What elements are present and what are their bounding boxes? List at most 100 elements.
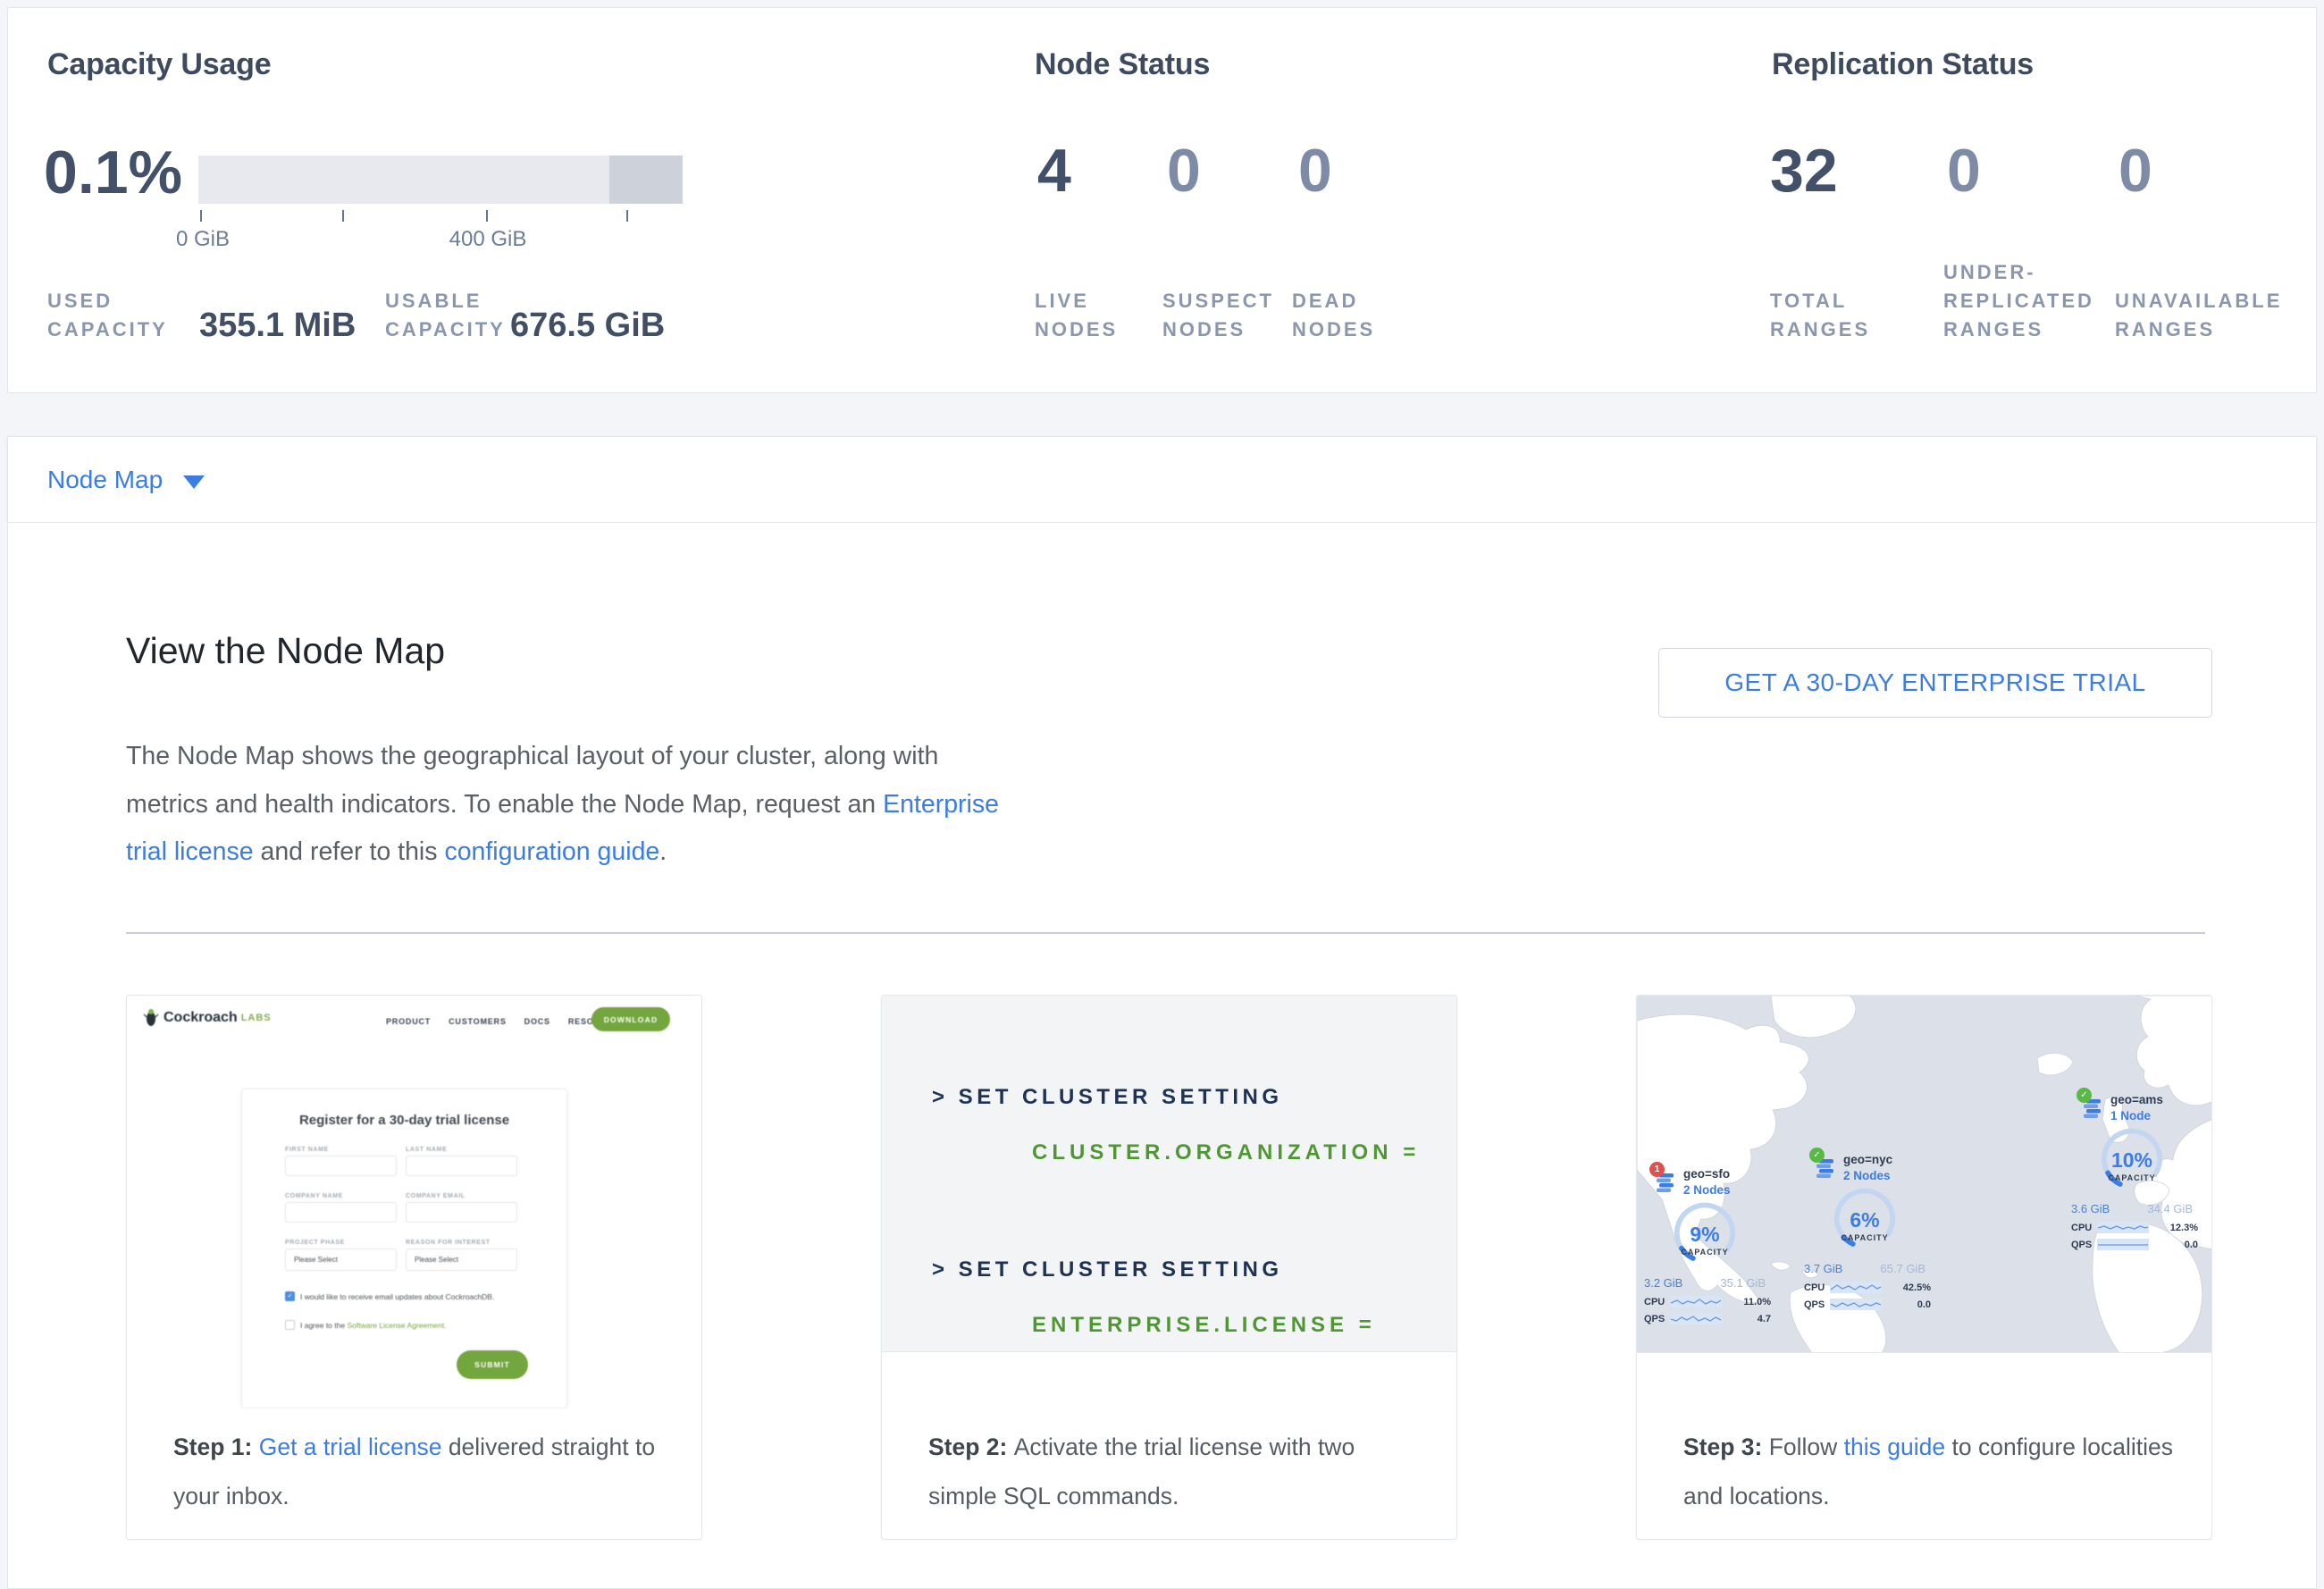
download-button: DOWNLOAD [591, 1007, 670, 1031]
capacity-percent: 9% [1660, 1223, 1749, 1247]
page-title: View the Node Map [126, 630, 445, 672]
last-name-input [406, 1156, 517, 1176]
submit-button: SUBMIT [457, 1350, 528, 1379]
cpu-row: CPU 11.0% [1644, 1296, 1771, 1307]
locality-node-count: 2 Nodes [1843, 1169, 1891, 1182]
capacity-gauge: 6% CAPACITY [1820, 1185, 1909, 1258]
total-gib: 65.7 GiB [1880, 1262, 1925, 1275]
description-text: The Node Map shows the geographical layo… [126, 742, 938, 819]
node-map-dropdown-label: Node Map [47, 466, 163, 494]
this-guide-link[interactable]: this guide [1844, 1433, 1945, 1460]
capacity-gauge: 9% CAPACITY [1660, 1199, 1749, 1273]
qps-label: QPS [1644, 1314, 1665, 1324]
locality-node-count: 2 Nodes [1683, 1183, 1731, 1197]
cockroach-bug-icon [143, 1008, 159, 1028]
field-label-reason: REASON FOR INTEREST [406, 1240, 491, 1246]
cpu-label: CPU [1804, 1282, 1825, 1293]
unavailable-ranges-label: UNAVAILABLE RANGES [2115, 287, 2307, 344]
field-label-company-email: COMPANY EMAIL [406, 1193, 466, 1199]
capacity-bar [198, 156, 683, 204]
used-capacity-label: USED CAPACITY [47, 287, 181, 344]
qps-label: QPS [1804, 1299, 1825, 1310]
capacity-label: CAPACITY [1660, 1248, 1749, 1257]
description-text: . [659, 837, 667, 866]
axis-tick-label-400: 400 GiB [449, 227, 527, 252]
used-gib: 3.2 GiB [1644, 1276, 1682, 1290]
capacity-range: 3.2 GiB 35.1 GiB [1644, 1276, 1766, 1290]
locality-name: geo=ams [2110, 1093, 2163, 1106]
agree-text: I agree to the Software License Agreemen… [300, 1321, 447, 1330]
used-gib: 3.6 GiB [2071, 1202, 2110, 1215]
locality-name: geo=nyc [1843, 1153, 1892, 1166]
node-map-preview: 1 geo=sfo 2 Nodes 9% CAPACITY [1637, 996, 2211, 1353]
step3-caption: Step 3: Follow this guide to configure l… [1683, 1423, 2184, 1521]
registration-site-screenshot: Cockroach LABS PRODUCT CUSTOMERS DOCS RE… [127, 996, 701, 1408]
qps-row: QPS 0.0 [2071, 1239, 2198, 1250]
axis-tick [200, 210, 202, 222]
description-text: and refer to this [254, 837, 445, 866]
cluster-summary-panel: Capacity Usage 0.1% 0 GiB 400 GiB USED C… [7, 7, 2317, 393]
brand-suffix: LABS [241, 1013, 272, 1023]
checkbox-checked-icon: ✓ [285, 1291, 295, 1301]
configuration-guide-link[interactable]: configuration guide [444, 837, 659, 866]
axis-tick [342, 210, 344, 222]
sql-arg-1: CLUSTER.ORGANIZATION = [1032, 1140, 1420, 1165]
cpu-sparkline [1830, 1282, 1882, 1293]
healthy-badge-icon: ✓ [2076, 1088, 2092, 1103]
capacity-percent: 6% [1820, 1208, 1909, 1232]
capacity-range: 3.7 GiB 65.7 GiB [1804, 1262, 1925, 1275]
node-map-dropdown[interactable]: Node Map [7, 436, 2317, 523]
locality-name: geo=sfo [1683, 1167, 1730, 1181]
reason-select: Please Select [406, 1248, 517, 1271]
used-gib: 3.7 GiB [1804, 1262, 1842, 1275]
unavailable-ranges-value: 0 [2118, 140, 2152, 201]
nav-product: PRODUCT [386, 1017, 431, 1026]
under-replicated-label: UNDER-REPLICATED RANGES [1943, 258, 2127, 344]
qps-value: 0.0 [2185, 1240, 2198, 1250]
used-capacity-value: 355.1 MiB [199, 308, 356, 342]
locality-node-count: 1 Node [2110, 1109, 2151, 1122]
field-label-company-name: COMPANY NAME [285, 1193, 343, 1199]
axis-tick [626, 210, 628, 222]
suspect-nodes-value: 0 [1167, 140, 1201, 201]
qps-label: QPS [2071, 1240, 2092, 1250]
get-enterprise-trial-button[interactable]: GET A 30-DAY ENTERPRISE TRIAL [1658, 648, 2212, 718]
usable-capacity-label: USABLE CAPACITY [385, 287, 528, 344]
step2-caption: Step 2: Activate the trial license with … [928, 1423, 1429, 1521]
capacity-usage-title: Capacity Usage [47, 47, 271, 82]
capacity-gauge: 10% CAPACITY [2087, 1125, 2177, 1198]
qps-sparkline [1830, 1299, 1882, 1310]
qps-sparkline [2097, 1239, 2149, 1250]
field-label-first-name: FIRST NAME [285, 1147, 329, 1153]
field-label-project-phase: PROJECT PHASE [285, 1240, 345, 1246]
step2-card: > SET CLUSTER SETTING CLUSTER.ORGANIZATI… [881, 995, 1457, 1540]
capacity-label: CAPACITY [2087, 1173, 2177, 1182]
qps-row: QPS 0.0 [1804, 1299, 1931, 1310]
qps-value: 4.7 [1758, 1314, 1771, 1324]
capacity-bar-reserved-segment [609, 156, 683, 204]
cpu-row: CPU 42.5% [1804, 1282, 1931, 1293]
sql-command-2: > SET CLUSTER SETTING [932, 1257, 1283, 1282]
node-map-placeholder-section: View the Node Map The Node Map shows the… [7, 523, 2317, 1589]
node-map-description: The Node Map shows the geographical layo… [126, 733, 1015, 877]
qps-sparkline [1670, 1313, 1722, 1324]
cpu-label: CPU [1644, 1297, 1665, 1307]
cockroach-labs-logo: Cockroach LABS [143, 1008, 272, 1028]
first-name-input [285, 1156, 397, 1176]
suspect-nodes-label: SUSPECT NODES [1162, 287, 1288, 344]
step1-caption: Step 1: Get a trial license delivered st… [173, 1423, 674, 1521]
live-nodes-label: LIVE NODES [1035, 287, 1133, 344]
form-title: Register for a 30-day trial license [242, 1113, 566, 1128]
step1-label: Step 1: [173, 1433, 259, 1460]
field-label-last-name: LAST NAME [406, 1147, 447, 1153]
chevron-down-icon [183, 475, 205, 489]
nav-docs: DOCS [524, 1017, 550, 1026]
get-trial-license-link[interactable]: Get a trial license [259, 1433, 442, 1460]
checkbox-unchecked-icon [285, 1320, 295, 1330]
trial-license-form: Register for a 30-day trial license FIRS… [241, 1089, 567, 1408]
sql-code-illustration: > SET CLUSTER SETTING CLUSTER.ORGANIZATI… [882, 996, 1456, 1352]
step2-label: Step 2: [928, 1433, 1014, 1460]
section-divider [126, 932, 2205, 934]
step3-label: Step 3: [1683, 1433, 1769, 1460]
total-gib: 34.4 GiB [2147, 1202, 2193, 1215]
